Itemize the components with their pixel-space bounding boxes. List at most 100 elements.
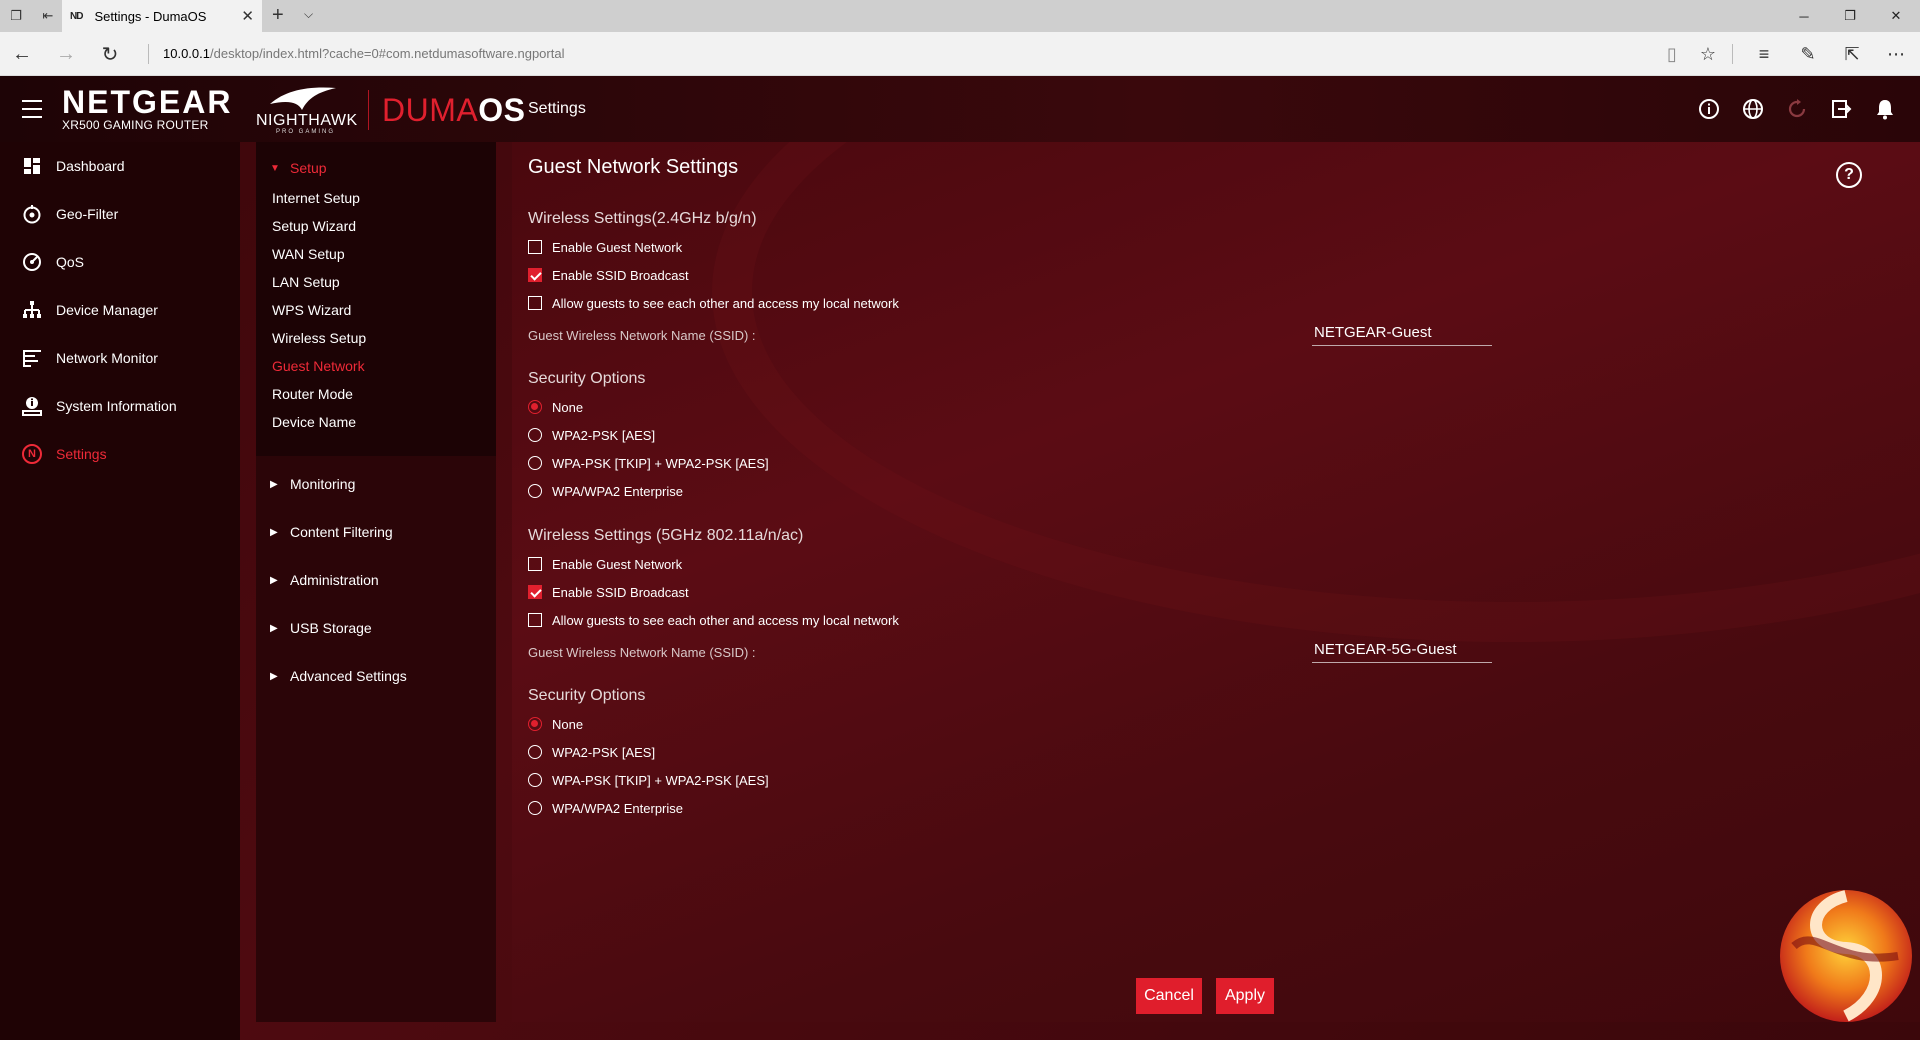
nav-item-geo-filter[interactable]: Geo-Filter [0, 196, 240, 232]
hub-icon[interactable]: ≡ [1746, 32, 1782, 76]
radio-button[interactable] [528, 456, 542, 470]
browser-tab[interactable]: ND Settings - DumaOS ✕ [62, 0, 262, 32]
url-field[interactable]: 10.0.0.1/desktop/index.html?cache=0#com.… [148, 44, 564, 64]
band24-security-enterprise-radio[interactable]: WPA/WPA2 Enterprise [528, 480, 683, 502]
band5-security-wpa-mixed-radio[interactable]: WPA-PSK [TKIP] + WPA2-PSK [AES] [528, 769, 769, 791]
url-host: 10.0.0.1 [163, 46, 210, 61]
subnav-item-internet-setup[interactable]: Internet Setup [272, 187, 360, 209]
band24-security-wpa2-radio[interactable]: WPA2-PSK [AES] [528, 424, 655, 446]
radio-button[interactable] [528, 428, 542, 442]
app-header: NETGEAR XR500 GAMING ROUTER NIGHTHAWK PR… [0, 76, 1920, 142]
tab-title: Settings - DumaOS [94, 8, 207, 24]
subnav-section-usb-storage[interactable]: ▶ USB Storage [270, 616, 372, 640]
band24-enable-ssid-checkbox[interactable]: Enable SSID Broadcast [528, 264, 689, 286]
radio-button[interactable] [528, 484, 542, 498]
checkbox-box[interactable] [528, 613, 542, 627]
nav-item-qos[interactable]: QoS [0, 244, 240, 280]
band24-security-wpa-mixed-radio[interactable]: WPA-PSK [TKIP] + WPA2-PSK [AES] [528, 452, 769, 474]
subnav-item-wps-wizard[interactable]: WPS Wizard [272, 299, 351, 321]
band24-ssid-input[interactable] [1312, 320, 1492, 346]
close-window-icon[interactable]: ✕ [1874, 0, 1918, 32]
nav-item-device-manager[interactable]: Device Manager [0, 292, 240, 328]
web-note-icon[interactable]: ✎ [1790, 32, 1826, 76]
address-bar: ← → ↻ 10.0.0.1/desktop/index.html?cache=… [0, 32, 1920, 76]
checkbox-box[interactable] [528, 296, 542, 310]
band5-enable-guest-checkbox[interactable]: Enable Guest Network [528, 553, 682, 575]
logout-icon[interactable] [1828, 96, 1854, 122]
info-icon[interactable] [1696, 96, 1722, 122]
header-divider [368, 90, 369, 130]
subnav-section-monitoring[interactable]: ▶ Monitoring [270, 472, 355, 496]
new-tab-icon[interactable]: + [272, 4, 284, 27]
reading-view-icon[interactable]: ▯ [1654, 32, 1690, 76]
band5-security-none-radio[interactable]: None [528, 713, 583, 735]
nav-item-settings[interactable]: N Settings [0, 436, 240, 472]
subnav-section-administration[interactable]: ▶ Administration [270, 568, 379, 592]
subnav-item-device-name[interactable]: Device Name [272, 411, 356, 433]
band5-security-enterprise-radio[interactable]: WPA/WPA2 Enterprise [528, 797, 683, 819]
refresh-icon[interactable]: ↻ [90, 32, 130, 76]
back-icon[interactable]: ← [2, 32, 42, 76]
subnav-section-content-filtering[interactable]: ▶ Content Filtering [270, 520, 393, 544]
nav-item-system-information[interactable]: System Information [0, 388, 240, 424]
band5-ssid-input[interactable] [1312, 637, 1492, 663]
favorite-star-icon[interactable]: ☆ [1690, 32, 1726, 76]
caret-right-icon: ▶ [270, 670, 278, 682]
forward-icon[interactable]: → [46, 32, 86, 76]
minimize-icon[interactable]: ─ [1782, 0, 1826, 32]
restore-icon[interactable]: ❐ [1828, 0, 1872, 32]
globe-icon[interactable] [1740, 96, 1766, 122]
background-swoosh [712, 142, 1920, 642]
band5-security-heading: Security Options [528, 687, 646, 704]
band5-enable-ssid-checkbox[interactable]: Enable SSID Broadcast [528, 581, 689, 603]
subnav-item-wireless-setup[interactable]: Wireless Setup [272, 327, 366, 349]
url-path: /desktop/index.html?cache=0#com.netdumas… [210, 46, 565, 61]
band24-security-none-radio[interactable]: None [528, 396, 583, 418]
more-icon[interactable]: ⋯ [1878, 32, 1914, 76]
nav-item-network-monitor[interactable]: Network Monitor [0, 340, 240, 376]
chevron-down-icon[interactable]: ⌵ [304, 7, 313, 22]
subnav-item-guest-network[interactable]: Guest Network [272, 355, 365, 377]
radio-button[interactable] [528, 400, 542, 414]
band5-allow-guests-checkbox[interactable]: Allow guests to see each other and acces… [528, 609, 899, 631]
radio-button[interactable] [528, 717, 542, 731]
subnav-item-setup-wizard[interactable]: Setup Wizard [272, 215, 356, 237]
netgear-logo: NETGEAR XR500 GAMING ROUTER [62, 84, 233, 132]
tab-preview-icon[interactable]: ❐ [4, 0, 28, 32]
subnav-section-setup[interactable]: ▼ Setup [270, 156, 327, 180]
cancel-button[interactable]: Cancel [1136, 978, 1202, 1014]
help-icon[interactable]: ? [1836, 162, 1862, 188]
checkbox-box[interactable] [528, 268, 542, 282]
subnav-section-advanced-settings[interactable]: ▶ Advanced Settings [270, 664, 407, 688]
caret-right-icon: ▶ [270, 574, 278, 586]
network-monitor-icon [20, 346, 44, 370]
apply-button[interactable]: Apply [1216, 978, 1274, 1014]
menu-icon[interactable] [22, 100, 42, 118]
radio-button[interactable] [528, 801, 542, 815]
dumaos-logo: DUMAOS [382, 92, 526, 128]
caret-right-icon: ▶ [270, 622, 278, 634]
radio-button[interactable] [528, 773, 542, 787]
site-watermark-logo-icon [1780, 890, 1912, 1022]
checkbox-box[interactable] [528, 240, 542, 254]
set-aside-tabs-icon[interactable]: ⇤ [36, 0, 60, 32]
nav-item-dashboard[interactable]: Dashboard [0, 148, 240, 184]
share-icon[interactable]: ⇱ [1834, 32, 1870, 76]
bell-icon[interactable] [1872, 96, 1898, 122]
checkbox-box[interactable] [528, 557, 542, 571]
panel-title: Guest Network Settings [528, 156, 739, 178]
band24-allow-guests-checkbox[interactable]: Allow guests to see each other and acces… [528, 292, 899, 314]
band24-ssid-label: Guest Wireless Network Name (SSID) : [528, 328, 756, 343]
radio-button[interactable] [528, 745, 542, 759]
geo-filter-icon [20, 202, 44, 226]
close-tab-icon[interactable]: ✕ [241, 7, 254, 25]
checkbox-box[interactable] [528, 585, 542, 599]
band5-security-wpa2-radio[interactable]: WPA2-PSK [AES] [528, 741, 655, 763]
band24-enable-guest-checkbox[interactable]: Enable Guest Network [528, 236, 682, 258]
caret-right-icon: ▶ [270, 478, 278, 490]
reboot-icon[interactable] [1784, 96, 1810, 122]
subnav-item-wan-setup[interactable]: WAN Setup [272, 243, 345, 265]
band24-security-heading: Security Options [528, 370, 646, 387]
subnav-item-lan-setup[interactable]: LAN Setup [272, 271, 340, 293]
subnav-item-router-mode[interactable]: Router Mode [272, 383, 353, 405]
